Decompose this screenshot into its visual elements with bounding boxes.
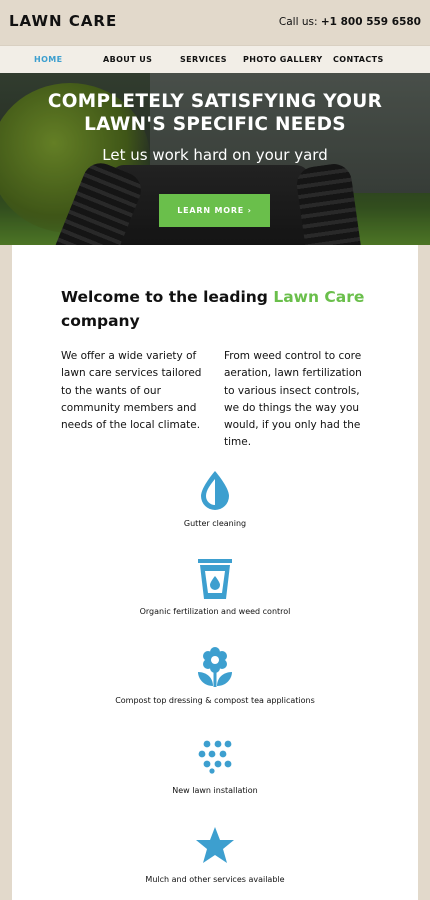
welcome-heading-suffix: company (61, 312, 140, 330)
feature-label: Gutter cleaning (183, 519, 247, 528)
water-drop-icon (201, 471, 229, 510)
hero-title: COMPLETELY SATISFYING YOUR LAWN'S SPECIF… (0, 90, 430, 136)
phone-contact: Call us: +1 800 559 6580 (279, 16, 421, 28)
flower-icon (198, 647, 232, 687)
learn-more-button[interactable]: LEARN MORE › (159, 194, 270, 227)
intro-text-right: From weed control to core aeration, lawn… (224, 350, 362, 449)
welcome-heading-accent: Lawn Care (273, 288, 365, 306)
nav-item-services[interactable]: SERVICES (180, 55, 227, 64)
site-logo[interactable]: LAWN CARE (9, 12, 117, 30)
star-icon (196, 827, 234, 863)
feature-label: Organic fertilization and weed control (139, 607, 291, 616)
intro-text-left: We offer a wide variety of lawn care ser… (61, 350, 202, 432)
feature-mulch: Mulch and other services available (12, 826, 418, 884)
main-nav: HOME ABOUT US SERVICES PHOTO GALLERY CON… (0, 45, 430, 73)
phone-label: Call us: (278, 16, 318, 28)
hero-subtitle: Let us work hard on your yard (102, 146, 328, 164)
nav-item-contacts[interactable]: CONTACTS (333, 55, 384, 64)
hero-title-line-1: COMPLETELY SATISFYING YOUR (47, 91, 383, 112)
nav-item-photo-gallery[interactable]: PHOTO GALLERY (243, 55, 323, 64)
welcome-heading: Welcome to the leading Lawn Care company (61, 285, 381, 333)
feature-compost: Compost top dressing & compost tea appli… (12, 646, 418, 705)
frame-left (0, 245, 12, 900)
hero-banner: COMPLETELY SATISFYING YOUR LAWN'S SPECIF… (0, 73, 430, 245)
feature-organic-fertilization: Organic fertilization and weed control (12, 558, 418, 616)
glass-icon (198, 559, 232, 599)
seeds-icon (198, 740, 232, 774)
feature-label: Compost top dressing & compost tea appli… (115, 696, 315, 705)
phone-number[interactable]: +1 800 559 6580 (321, 16, 421, 28)
site-header: LAWN CARE Call us: +1 800 559 6580 (0, 0, 430, 45)
nav-item-about-us[interactable]: ABOUT US (103, 55, 152, 64)
feature-new-lawn: New lawn installation (12, 740, 418, 795)
feature-gutter-cleaning: Gutter cleaning (12, 470, 418, 528)
hero-title-line-2: LAWN'S SPECIFIC NEEDS (84, 114, 346, 135)
feature-label: New lawn installation (172, 786, 258, 795)
nav-item-home[interactable]: HOME (34, 55, 63, 64)
frame-right (418, 245, 430, 900)
feature-label: Mulch and other services available (145, 875, 285, 884)
welcome-heading-prefix: Welcome to the leading (61, 288, 268, 306)
